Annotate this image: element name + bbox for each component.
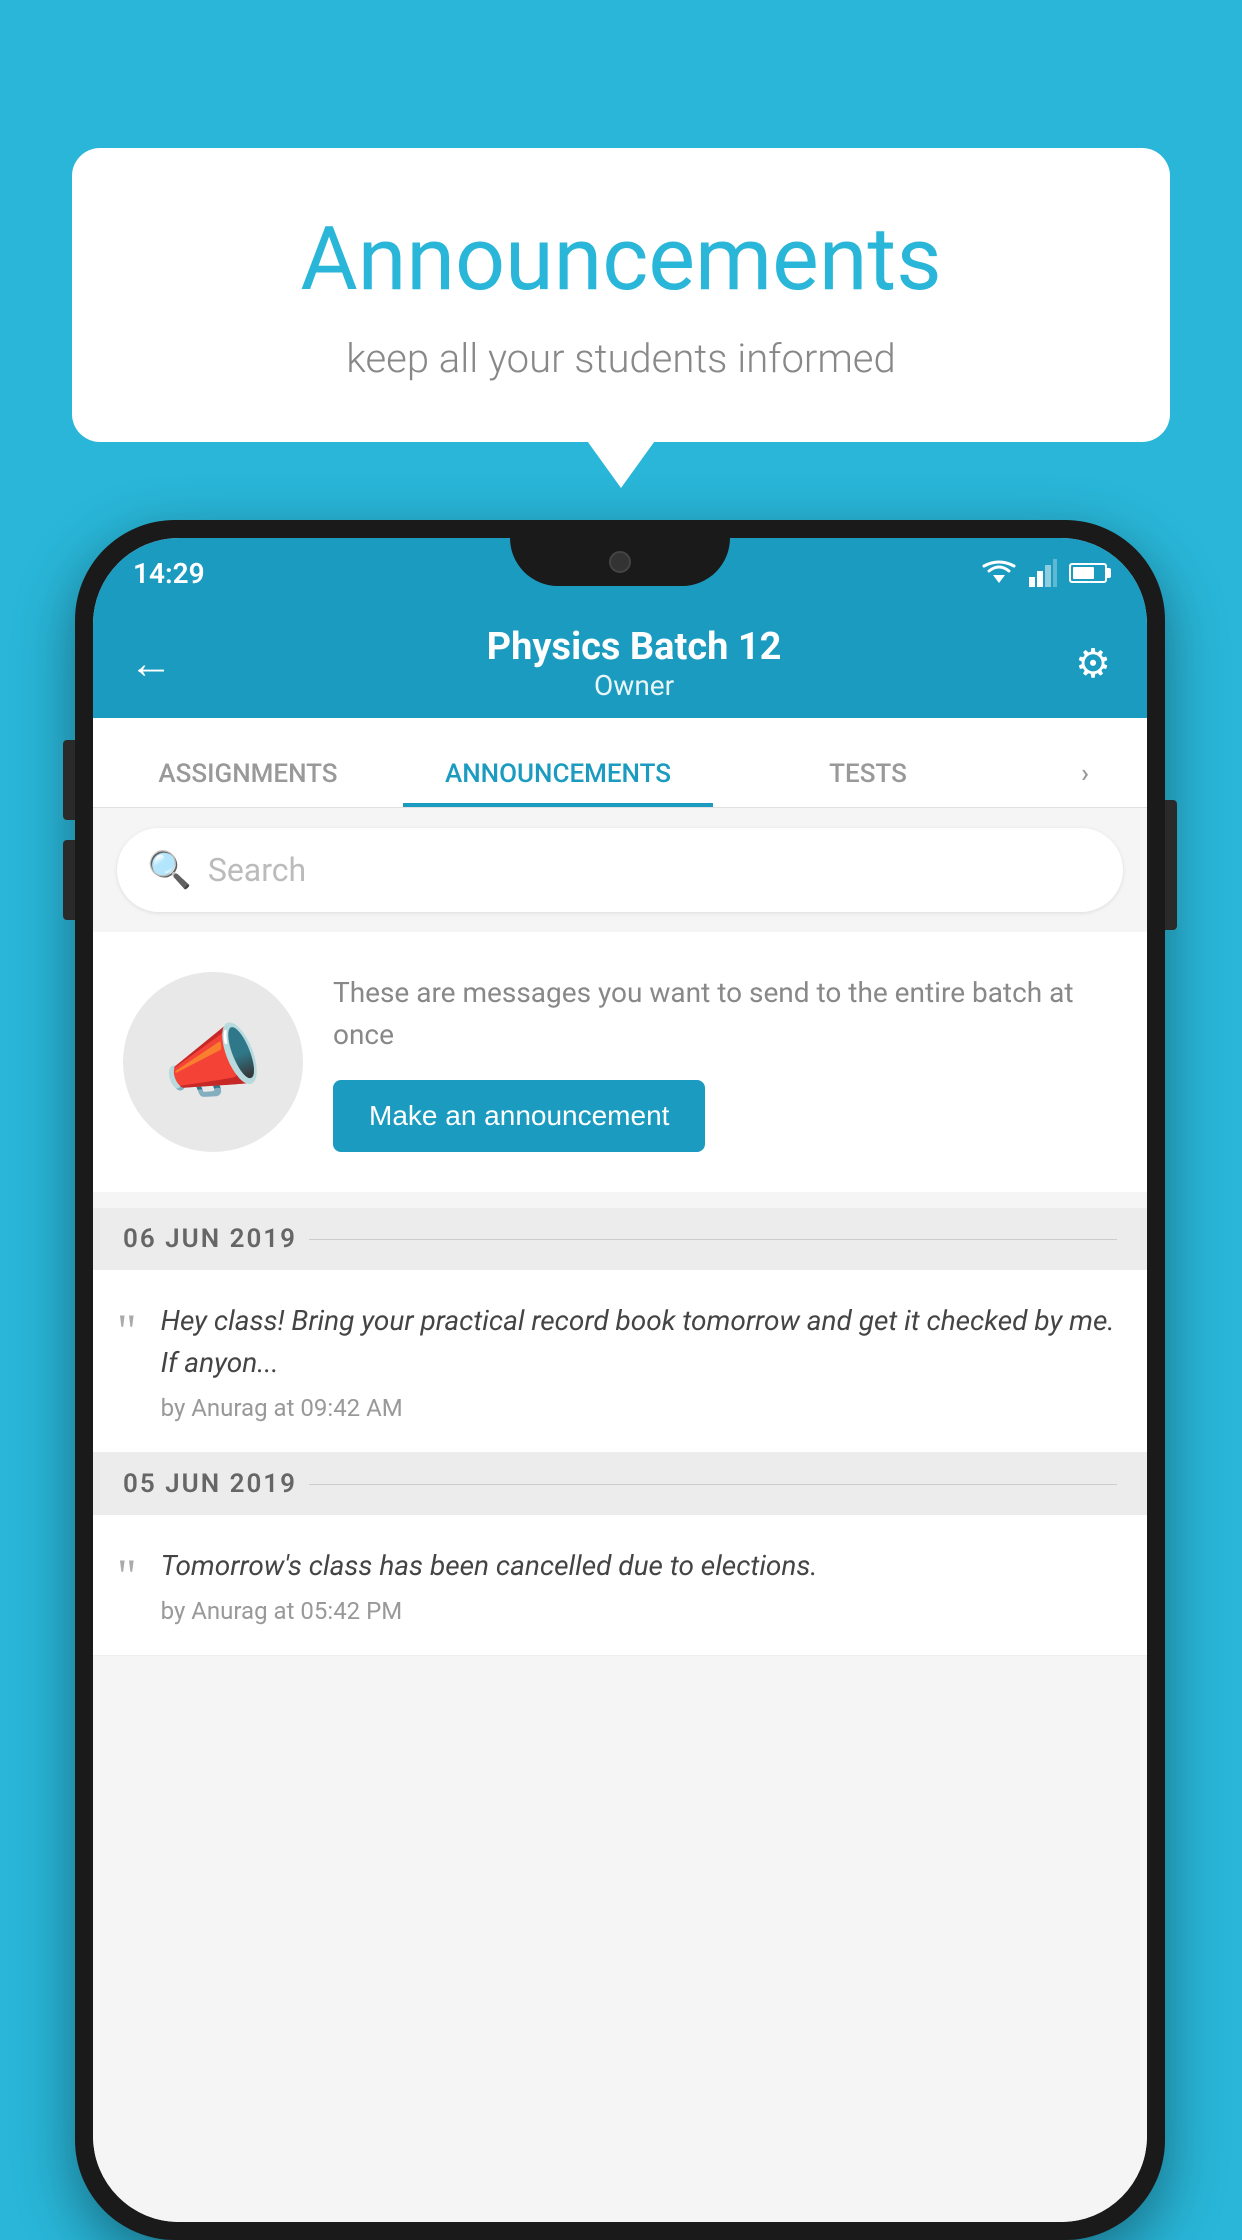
bubble-subtitle: keep all your students informed bbox=[152, 335, 1090, 382]
status-icons bbox=[981, 559, 1107, 587]
search-placeholder: Search bbox=[208, 851, 306, 889]
phone-frame: 14:29 bbox=[75, 520, 1165, 2240]
bubble-title: Announcements bbox=[152, 208, 1090, 311]
phone-notch bbox=[510, 538, 730, 586]
date-label-2: 05 JUN 2019 bbox=[123, 1469, 297, 1499]
promo-icon-circle: 📣 bbox=[123, 972, 303, 1152]
megaphone-icon: 📣 bbox=[163, 1015, 263, 1109]
tabs-bar: ASSIGNMENTS ANNOUNCEMENTS TESTS › bbox=[93, 718, 1147, 808]
status-time: 14:29 bbox=[133, 557, 205, 590]
announcement-item-2[interactable]: " Tomorrow's class has been cancelled du… bbox=[93, 1515, 1147, 1656]
announcement-meta-1: by Anurag at 09:42 AM bbox=[161, 1394, 403, 1422]
app-bar: ← Physics Batch 12 Owner ⚙ bbox=[93, 608, 1147, 718]
date-label-1: 06 JUN 2019 bbox=[123, 1224, 297, 1254]
tab-announcements[interactable]: ANNOUNCEMENTS bbox=[403, 759, 713, 807]
announcement-body-1: Hey class! Bring your practical record b… bbox=[161, 1300, 1117, 1422]
separator-line-1 bbox=[309, 1239, 1117, 1240]
battery-fill bbox=[1073, 567, 1094, 579]
battery-tip bbox=[1107, 568, 1111, 578]
date-separator-2: 05 JUN 2019 bbox=[93, 1453, 1147, 1515]
promo-card: 📣 These are messages you want to send to… bbox=[93, 932, 1147, 1192]
announcement-meta-2: by Anurag at 05:42 PM bbox=[161, 1597, 403, 1625]
app-bar-title: Physics Batch 12 bbox=[193, 625, 1075, 669]
announcement-item-1[interactable]: " Hey class! Bring your practical record… bbox=[93, 1270, 1147, 1453]
signal-icon bbox=[1029, 559, 1057, 587]
tab-tests[interactable]: TESTS bbox=[713, 759, 1023, 807]
speech-bubble-container: Announcements keep all your students inf… bbox=[72, 148, 1170, 442]
power-button bbox=[1165, 800, 1177, 930]
promo-description: These are messages you want to send to t… bbox=[333, 972, 1117, 1056]
back-button[interactable]: ← bbox=[129, 637, 173, 689]
date-separator-1: 06 JUN 2019 bbox=[93, 1208, 1147, 1270]
quote-icon-1: " bbox=[117, 1308, 137, 1356]
phone-screen: 14:29 bbox=[93, 538, 1147, 2222]
announcement-text-2: Tomorrow's class has been cancelled due … bbox=[161, 1545, 1117, 1587]
announcement-body-2: Tomorrow's class has been cancelled due … bbox=[161, 1545, 1117, 1625]
speech-bubble: Announcements keep all your students inf… bbox=[72, 148, 1170, 442]
app-bar-title-group: Physics Batch 12 Owner bbox=[193, 625, 1075, 702]
volume-button-down bbox=[63, 840, 75, 920]
make-announcement-button[interactable]: Make an announcement bbox=[333, 1080, 705, 1152]
tab-assignments[interactable]: ASSIGNMENTS bbox=[93, 759, 403, 807]
separator-line-2 bbox=[309, 1484, 1117, 1485]
app-bar-subtitle: Owner bbox=[193, 669, 1075, 702]
front-camera bbox=[609, 551, 631, 573]
volume-button-up bbox=[63, 740, 75, 820]
search-icon: 🔍 bbox=[147, 849, 192, 891]
battery-icon bbox=[1069, 563, 1107, 583]
wifi-icon bbox=[981, 559, 1017, 587]
content-area: 🔍 Search 📣 These are messages you want t… bbox=[93, 808, 1147, 2222]
announcement-text-1: Hey class! Bring your practical record b… bbox=[161, 1300, 1117, 1384]
quote-icon-2: " bbox=[117, 1553, 137, 1601]
search-bar[interactable]: 🔍 Search bbox=[117, 828, 1123, 912]
settings-icon[interactable]: ⚙ bbox=[1075, 640, 1111, 687]
promo-content: These are messages you want to send to t… bbox=[333, 972, 1117, 1152]
tab-more[interactable]: › bbox=[1023, 759, 1147, 807]
